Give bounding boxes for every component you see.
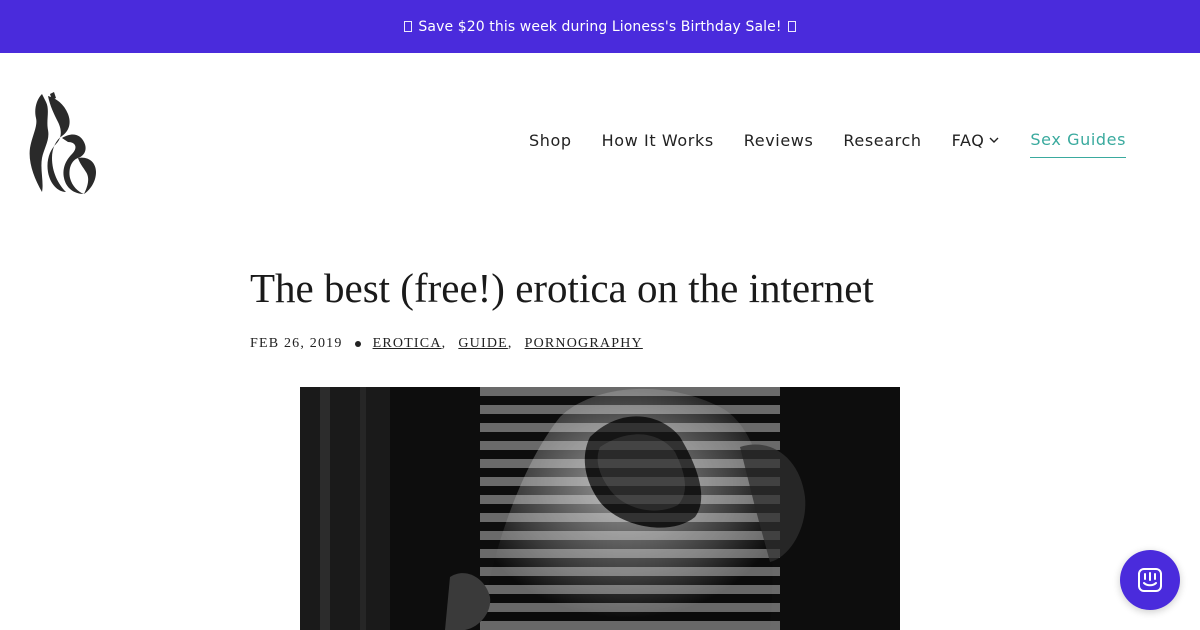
tag-pornography[interactable]: PORNOGRAPHY xyxy=(525,336,643,352)
nav-reviews[interactable]: Reviews xyxy=(744,131,814,158)
page-title: The best (free!) erotica on the internet xyxy=(250,265,874,311)
chat-launcher-button[interactable] xyxy=(1120,550,1180,610)
promo-right-glyph-icon xyxy=(787,21,796,32)
article-meta: FEB 26, 2019 EROTICA, GUIDE, PORNOGRAPHY xyxy=(250,336,643,352)
tag-guide[interactable]: GUIDE xyxy=(458,336,508,352)
article-date: FEB 26, 2019 xyxy=(250,336,343,351)
nav-faq[interactable]: FAQ xyxy=(952,131,1001,158)
promo-banner[interactable]: Save $20 this week during Lioness's Birt… xyxy=(0,0,1200,53)
hero-photo xyxy=(300,387,900,630)
tag-comma: , xyxy=(441,336,447,351)
nav-faq-label: FAQ xyxy=(951,130,985,150)
tag-erotica[interactable]: EROTICA xyxy=(373,336,442,352)
main-nav: Shop How It Works Reviews Research FAQ S… xyxy=(529,130,1126,158)
chevron-down-icon xyxy=(989,137,999,143)
promo-left-glyph-icon xyxy=(404,21,413,32)
chat-icon xyxy=(1138,568,1162,592)
nav-sex-guides[interactable]: Sex Guides xyxy=(1030,130,1126,158)
tag-comma: , xyxy=(507,336,513,351)
nav-research[interactable]: Research xyxy=(843,131,921,158)
meta-separator-dot xyxy=(354,341,361,347)
lioness-logo-icon[interactable] xyxy=(28,92,100,196)
nav-shop[interactable]: Shop xyxy=(529,131,572,158)
promo-text: Save $20 this week during Lioness's Birt… xyxy=(418,18,782,35)
nav-how-it-works[interactable]: How It Works xyxy=(602,131,714,158)
